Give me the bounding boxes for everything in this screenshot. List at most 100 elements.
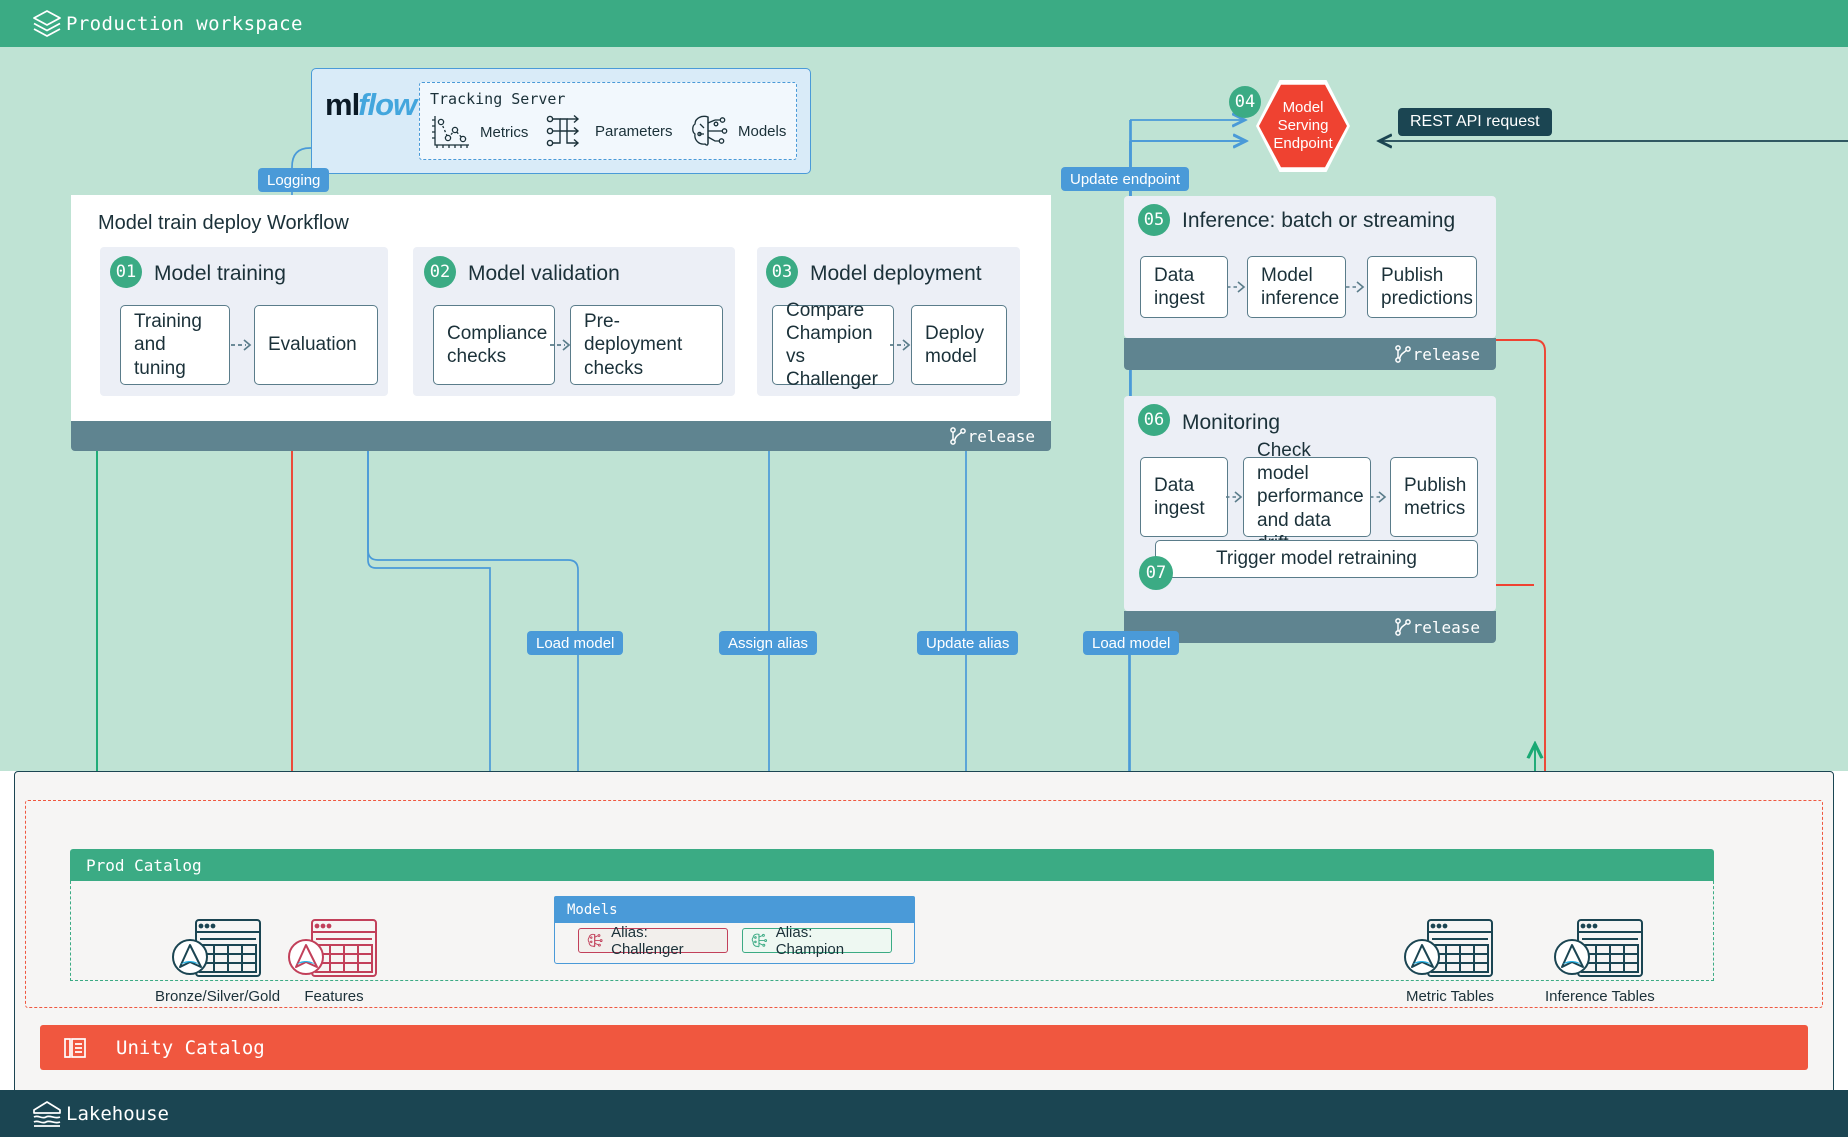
production-workspace-header: Production workspace xyxy=(0,0,1848,47)
table-inference-tables[interactable]: Inference Tables xyxy=(1545,917,1655,1005)
delta-table-icon xyxy=(1554,917,1646,979)
task-label: Check model performance and data drift xyxy=(1244,439,1377,555)
lakehouse-icon xyxy=(32,1100,62,1128)
serving-endpoint-label: Model Serving Endpoint xyxy=(1259,83,1347,169)
task-deploy-model[interactable]: Deploy model xyxy=(911,305,1007,385)
alias-champion-chip[interactable]: Alias: Champion xyxy=(742,928,892,953)
alias-label: Alias: Champion xyxy=(776,924,883,958)
diagram-canvas: Production workspace xyxy=(0,0,1848,1137)
prod-catalog-header: Prod Catalog xyxy=(70,849,1714,881)
task-label: Pre-deployment checks xyxy=(571,310,722,380)
tracking-item-label: Parameters xyxy=(595,123,673,140)
task-trigger-model-retraining[interactable]: Trigger model retraining xyxy=(1155,540,1478,578)
release-label: release xyxy=(1413,345,1480,364)
table-label: Bronze/Silver/Gold xyxy=(155,988,280,1005)
step-05-badge: 05 xyxy=(1138,204,1170,236)
step-01-badge: 01 xyxy=(110,256,142,288)
workspace-title: Production workspace xyxy=(66,13,303,35)
connector-label-load-model-2: Load model xyxy=(1083,631,1179,655)
workflow-title: Model train deploy Workflow xyxy=(98,212,349,235)
task-label: Deploy model xyxy=(912,322,1006,368)
layers-icon xyxy=(32,9,62,38)
arrow-dashed-icon xyxy=(230,336,256,354)
release-label: release xyxy=(968,427,1035,446)
tracking-item-label: Models xyxy=(738,123,786,140)
step-02-badge: 02 xyxy=(424,256,456,288)
task-data-ingest-inference[interactable]: Data ingest xyxy=(1140,256,1228,318)
task-label: Data ingest xyxy=(1141,264,1227,310)
delta-table-icon xyxy=(1404,917,1496,979)
delta-table-icon xyxy=(172,917,264,979)
connector-label-update-alias: Update alias xyxy=(917,631,1018,655)
task-data-ingest-monitoring[interactable]: Data ingest xyxy=(1140,457,1228,537)
mlflow-logo-flow: flow xyxy=(358,87,416,123)
step-03-title: Model deployment xyxy=(810,262,982,286)
task-compliance-checks[interactable]: Compliance checks xyxy=(433,305,555,385)
connector-label-assign-alias: Assign alias xyxy=(719,631,817,655)
arrow-dashed-icon xyxy=(1369,488,1391,506)
mlflow-logo-ml: ml xyxy=(325,87,359,123)
step-01-title: Model training xyxy=(154,262,286,286)
task-label: Compare Champion vs Challenger xyxy=(773,299,893,392)
git-branch-icon xyxy=(1393,344,1413,364)
arrow-dashed-icon xyxy=(1345,278,1369,296)
task-label: Trigger model retraining xyxy=(1203,547,1430,570)
monitoring-release-bar: release xyxy=(1124,611,1496,643)
unity-catalog-bar: Unity Catalog xyxy=(40,1025,1808,1070)
mlflow-logo: mlflow xyxy=(325,88,417,122)
tracking-item-label: Metrics xyxy=(480,124,528,141)
connector-label-load-model-1: Load model xyxy=(527,631,623,655)
connector-label-update-endpoint: Update endpoint xyxy=(1061,167,1189,191)
step-06-title: Monitoring xyxy=(1182,411,1280,435)
step-02-title: Model validation xyxy=(468,262,620,286)
task-label: Training and tuning xyxy=(121,310,229,380)
release-label: release xyxy=(1413,618,1480,637)
git-branch-icon xyxy=(948,426,968,446)
task-label: Compliance checks xyxy=(434,322,560,368)
tracking-server-title: Tracking Server xyxy=(430,90,565,108)
task-label: Publish predictions xyxy=(1368,264,1486,310)
table-label: Metric Tables xyxy=(1406,988,1494,1005)
step-03-badge: 03 xyxy=(766,256,798,288)
task-training-and-tuning[interactable]: Training and tuning xyxy=(120,305,230,385)
prod-catalog-title: Prod Catalog xyxy=(86,856,202,875)
task-check-model-performance[interactable]: Check model performance and data drift xyxy=(1243,457,1371,537)
models-title: Models xyxy=(567,902,618,918)
model-serving-endpoint[interactable]: Model Serving Endpoint xyxy=(1256,80,1350,172)
task-label: Model inference xyxy=(1248,264,1352,310)
arrow-dashed-icon xyxy=(549,336,575,354)
task-evaluation[interactable]: Evaluation xyxy=(254,305,378,385)
git-branch-icon xyxy=(1393,617,1413,637)
line-chart-icon xyxy=(430,112,472,152)
table-label: Features xyxy=(304,988,363,1005)
task-model-inference[interactable]: Model inference xyxy=(1247,256,1346,318)
step-06-badge: 06 xyxy=(1138,404,1170,436)
brain-circuit-icon xyxy=(587,932,604,950)
arrow-dashed-icon xyxy=(889,336,915,354)
arrow-dashed-icon xyxy=(1226,278,1250,296)
lakehouse-title: Lakehouse xyxy=(66,1103,169,1125)
task-publish-metrics[interactable]: Publish metrics xyxy=(1390,457,1478,537)
inference-release-bar: release xyxy=(1124,338,1496,370)
arrow-dashed-icon xyxy=(1225,488,1247,506)
connector-label-logging: Logging xyxy=(258,168,329,192)
task-pre-deployment-checks[interactable]: Pre-deployment checks xyxy=(570,305,723,385)
step-07-badge: 07 xyxy=(1139,556,1173,590)
table-metric-tables[interactable]: Metric Tables xyxy=(1404,917,1496,1005)
models-header: Models xyxy=(554,896,915,923)
lakehouse-bar: Lakehouse xyxy=(0,1090,1848,1137)
table-bronze-silver-gold[interactable]: Bronze/Silver/Gold xyxy=(155,917,280,1005)
task-publish-predictions[interactable]: Publish predictions xyxy=(1367,256,1477,318)
table-features[interactable]: Features xyxy=(288,917,380,1005)
task-label: Data ingest xyxy=(1141,474,1227,520)
task-compare-champion-vs-challenger[interactable]: Compare Champion vs Challenger xyxy=(772,305,894,385)
catalog-book-icon xyxy=(62,1035,88,1061)
alias-challenger-chip[interactable]: Alias: Challenger xyxy=(578,928,728,953)
step-05-title: Inference: batch or streaming xyxy=(1182,209,1455,233)
parameters-node-icon xyxy=(545,112,587,150)
brain-circuit-icon xyxy=(690,112,730,150)
brain-circuit-icon xyxy=(751,932,769,950)
workflow-release-bar: release xyxy=(71,421,1051,451)
task-label: Publish metrics xyxy=(1391,474,1479,520)
delta-table-icon xyxy=(288,917,380,979)
